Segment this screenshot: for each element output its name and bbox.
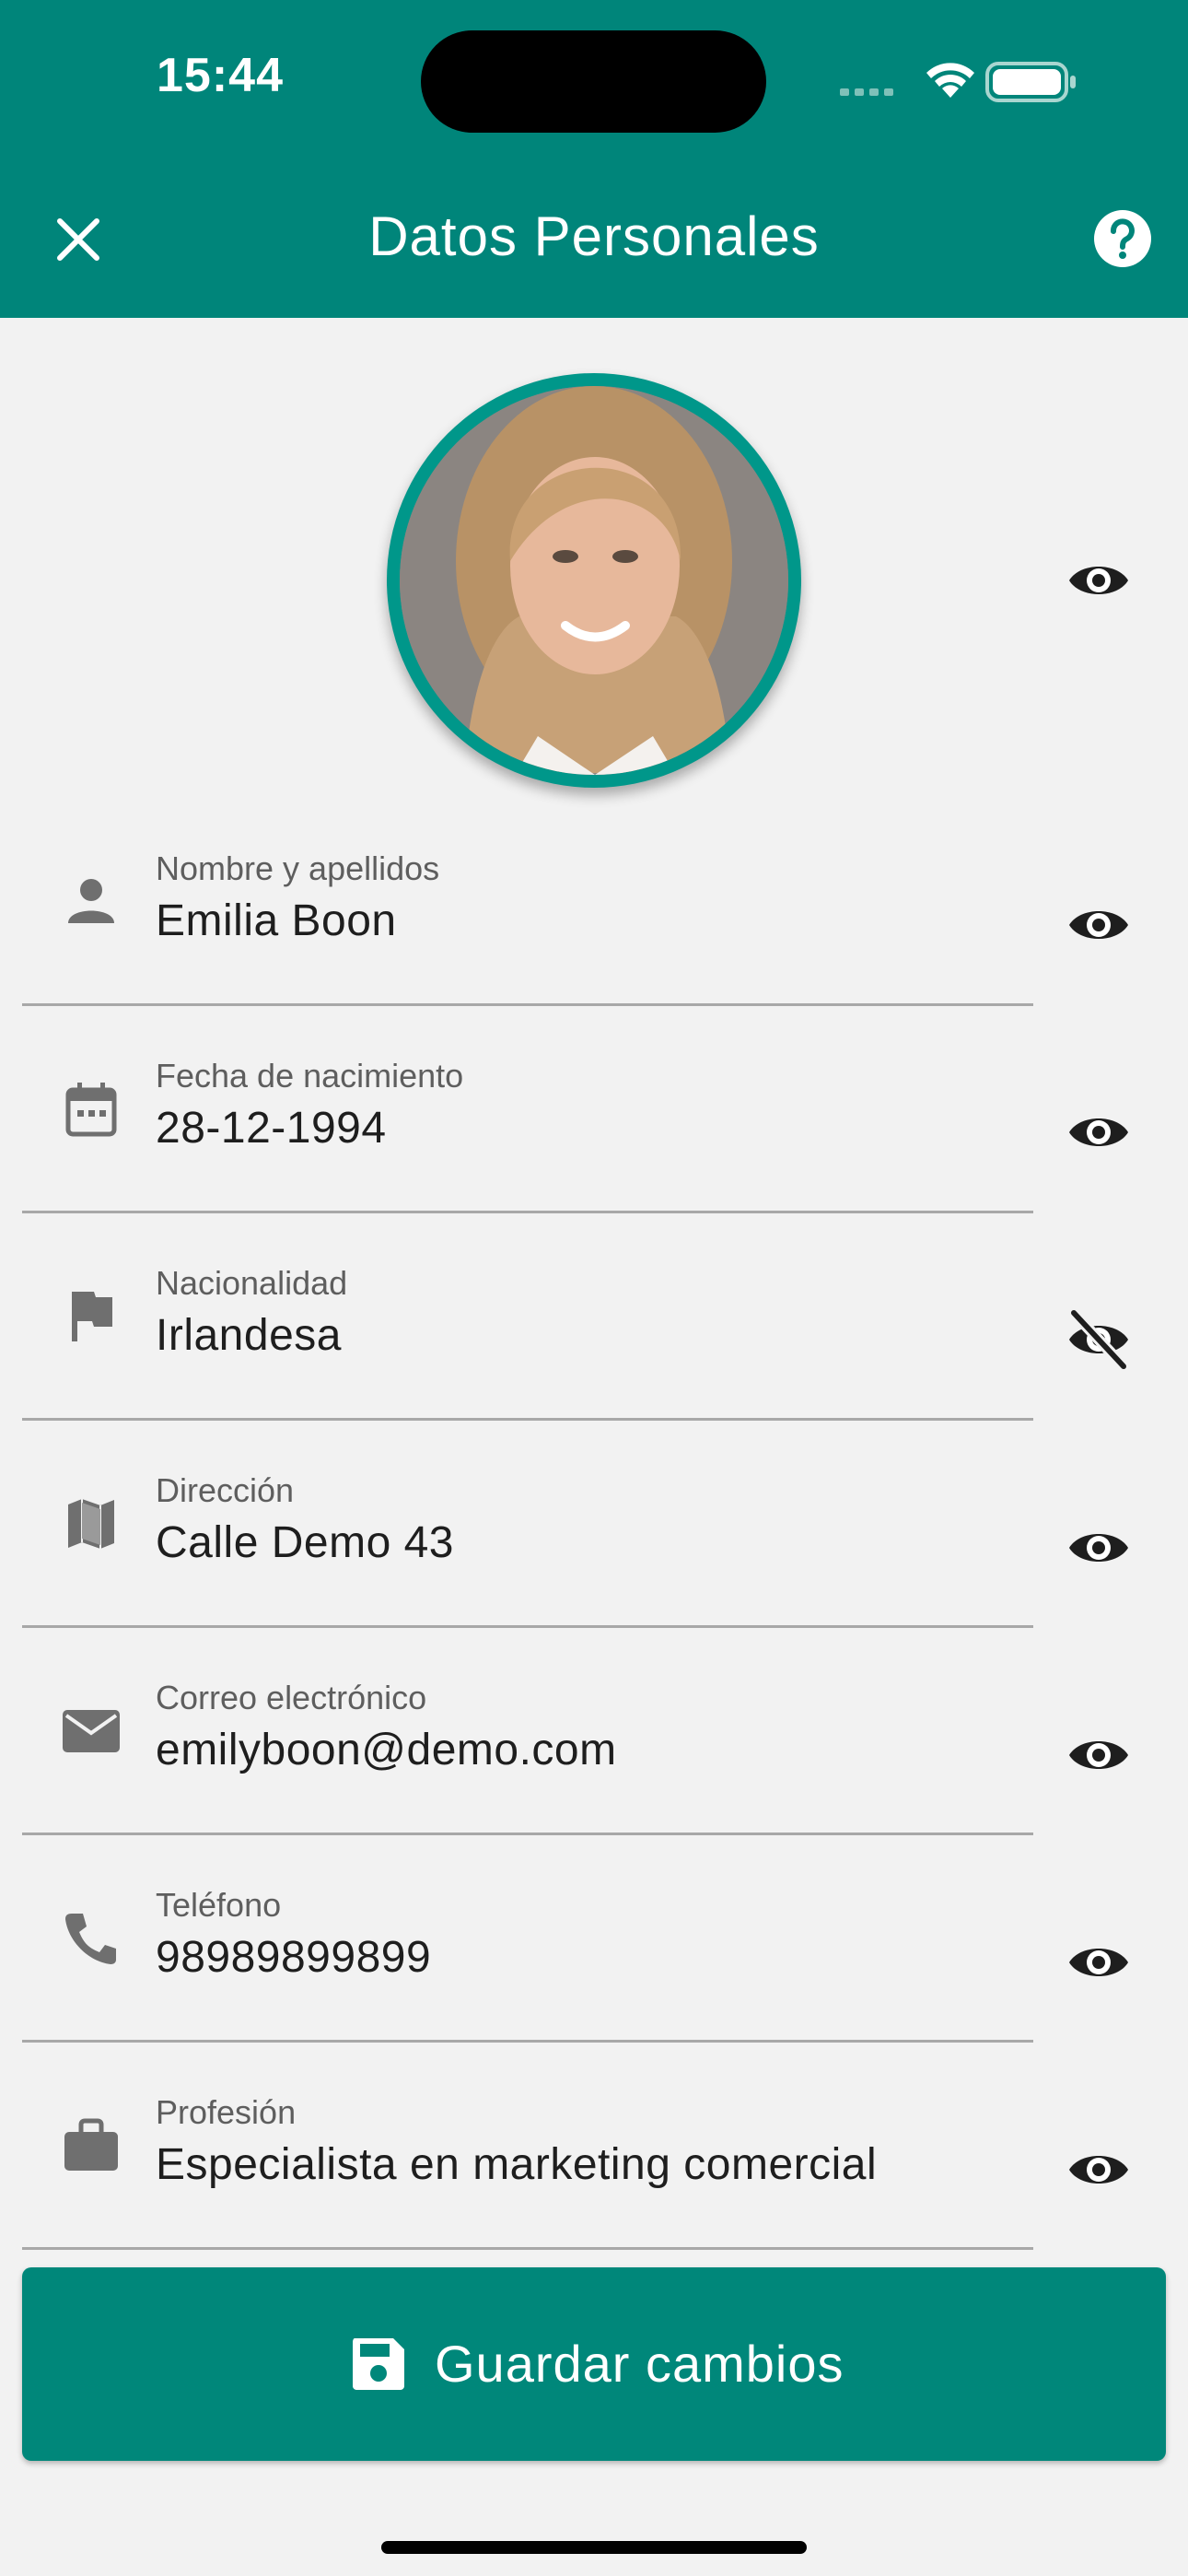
status-indicators [840, 62, 1076, 102]
home-indicator [381, 2541, 807, 2554]
field-profession[interactable]: Profesión Especialista en marketing come… [22, 2047, 1033, 2250]
field-label: Fecha de nacimiento [156, 1057, 464, 1095]
battery-icon [985, 62, 1076, 102]
wifi-icon [926, 63, 974, 98]
field-label: Dirección [156, 1471, 295, 1509]
save-button[interactable]: Guardar cambios [22, 2267, 1166, 2461]
email-icon [63, 1710, 120, 1752]
field-underline [22, 1625, 1033, 1628]
visibility-off-icon-nationality[interactable] [1066, 1307, 1131, 1372]
field-value[interactable]: Irlandesa [156, 1310, 342, 1361]
field-label: Teléfono [156, 1886, 282, 1924]
field-address[interactable]: Dirección Calle Demo 43 [22, 1425, 1033, 1628]
status-time: 15:44 [157, 49, 284, 102]
visibility-icon-email[interactable] [1066, 1723, 1131, 1787]
visibility-icon-name[interactable] [1066, 893, 1131, 957]
save-icon [353, 2338, 404, 2390]
field-label: Correo electrónico [156, 1679, 427, 1716]
flag-icon [72, 1292, 112, 1341]
field-nationality[interactable]: Nacionalidad Irlandesa [22, 1218, 1033, 1421]
avatar[interactable] [387, 373, 801, 788]
page-title: Datos Personales [368, 205, 820, 267]
field-label: Profesión [156, 2093, 297, 2131]
signal-icon [840, 88, 893, 96]
phone-icon [65, 1914, 116, 1964]
field-label: Nacionalidad [156, 1264, 348, 1302]
app-header: 15:44 Datos Personales [0, 0, 1188, 318]
visibility-icon-avatar[interactable] [1066, 548, 1131, 613]
avatar-photo [400, 386, 788, 775]
field-name[interactable]: Nombre y apellidos Emilia Boon [22, 803, 1033, 1006]
briefcase-icon [64, 2118, 118, 2171]
field-value[interactable]: 98989899899 [156, 1932, 431, 1983]
visibility-icon-profession[interactable] [1066, 2137, 1131, 2202]
field-underline [22, 2040, 1033, 2043]
field-birthdate[interactable]: Fecha de nacimiento 28-12-1994 [22, 1011, 1033, 1213]
person-icon [68, 879, 114, 923]
field-email[interactable]: Correo electrónico emilyboon@demo.com [22, 1633, 1033, 1835]
help-icon[interactable] [1092, 208, 1153, 269]
calendar-icon [65, 1083, 117, 1137]
save-button-label: Guardar cambios [435, 2335, 844, 2393]
visibility-icon-birthdate[interactable] [1066, 1100, 1131, 1165]
visibility-icon-address[interactable] [1066, 1516, 1131, 1580]
map-icon [68, 1499, 114, 1549]
visibility-icon-phone[interactable] [1066, 1930, 1131, 1995]
dynamic-island [421, 30, 766, 133]
field-value[interactable]: emilyboon@demo.com [156, 1725, 617, 1775]
field-value[interactable]: Especialista en marketing comercial [156, 2139, 877, 2190]
field-underline [22, 1211, 1033, 1213]
field-underline [22, 2247, 1033, 2250]
field-value[interactable]: 28-12-1994 [156, 1103, 387, 1153]
field-phone[interactable]: Teléfono 98989899899 [22, 1840, 1033, 2043]
field-value[interactable]: Emilia Boon [156, 896, 397, 946]
field-underline [22, 1418, 1033, 1421]
field-underline [22, 1832, 1033, 1835]
field-value[interactable]: Calle Demo 43 [156, 1517, 454, 1568]
field-label: Nombre y apellidos [156, 849, 440, 887]
field-underline [22, 1003, 1033, 1006]
